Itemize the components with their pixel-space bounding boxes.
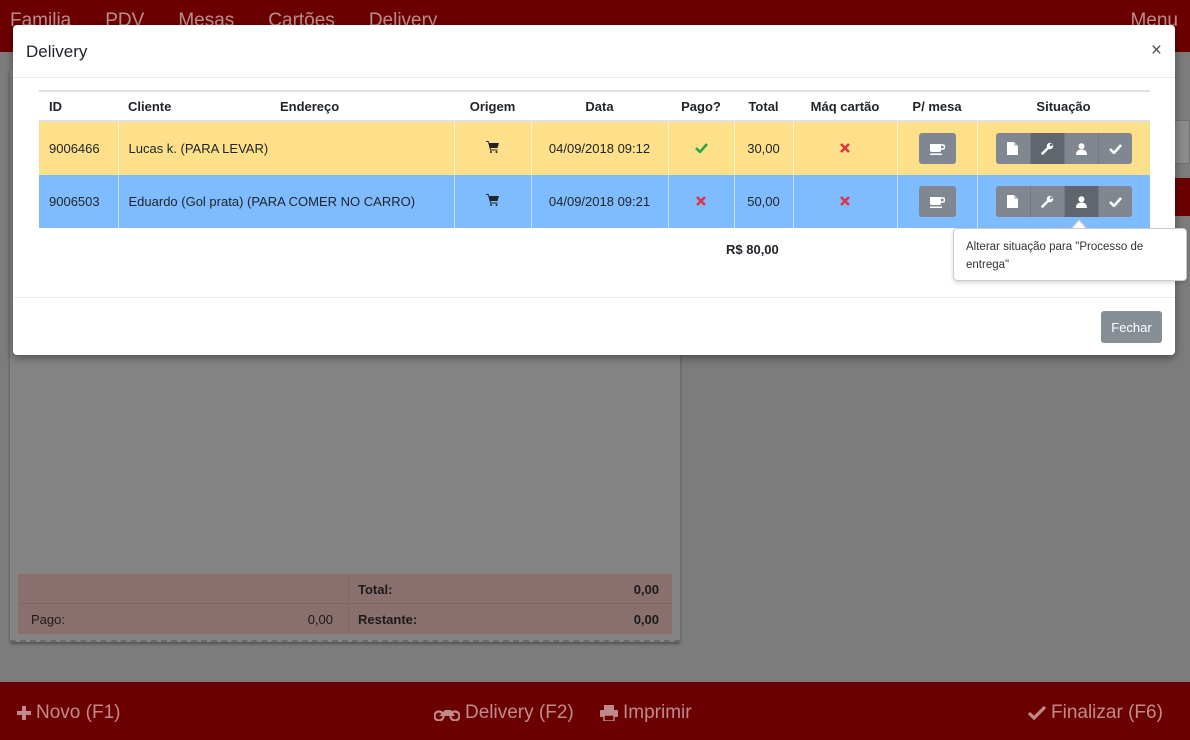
col-p-mesa: P/ mesa bbox=[897, 90, 977, 122]
situacao-cell bbox=[977, 121, 1150, 175]
status-button-group bbox=[995, 186, 1132, 217]
col-id: ID bbox=[39, 90, 118, 122]
row-data: 04/09/2018 09:12 bbox=[531, 121, 669, 175]
status-done-button[interactable] bbox=[1097, 133, 1132, 164]
close-icon[interactable]: × bbox=[1151, 41, 1162, 60]
delivery-button[interactable]: Delivery (F2) bbox=[434, 702, 574, 724]
ticket-divider bbox=[348, 574, 349, 634]
situacao-cell bbox=[977, 175, 1150, 228]
status-preparing-button[interactable] bbox=[1029, 133, 1064, 164]
ticket-total-row: Total: 0,00 bbox=[18, 574, 672, 604]
maq-cartao-cell bbox=[793, 121, 898, 175]
grand-total: R$ 80,00 bbox=[726, 242, 779, 257]
plus-icon bbox=[17, 706, 31, 720]
send-to-table-button[interactable] bbox=[918, 133, 956, 164]
modal-footer: Fechar bbox=[13, 297, 1175, 355]
motorcycle-icon bbox=[434, 710, 460, 721]
cart-icon bbox=[486, 141, 499, 153]
paid-label: Pago: bbox=[31, 612, 65, 627]
p-mesa-cell bbox=[897, 175, 978, 228]
status-new-button[interactable] bbox=[995, 133, 1030, 164]
print-label: Imprimir bbox=[623, 702, 692, 723]
status-button-group bbox=[995, 133, 1132, 164]
status-tooltip: Alterar situação para "Processo de entre… bbox=[953, 228, 1187, 281]
status-done-button[interactable] bbox=[1097, 186, 1132, 217]
origem-cell bbox=[454, 175, 532, 228]
cross-icon bbox=[840, 196, 850, 206]
col-pago: Pago? bbox=[668, 90, 734, 122]
modal-header: Delivery × bbox=[13, 25, 1175, 78]
coffee-icon bbox=[929, 143, 945, 155]
file-icon bbox=[1007, 142, 1019, 155]
send-to-table-button[interactable] bbox=[918, 186, 956, 217]
bottom-toolbar: Novo (F1) Delivery (F2) Imprimir Finaliz… bbox=[0, 682, 1190, 740]
finish-label: Finalizar (F6) bbox=[1051, 702, 1163, 723]
p-mesa-cell bbox=[897, 121, 978, 175]
table-row[interactable]: 9006503 Eduardo (Gol prata) (PARA COMER … bbox=[39, 175, 1150, 228]
user-icon bbox=[1075, 195, 1087, 208]
pago-cell bbox=[668, 121, 735, 175]
wrench-icon bbox=[1040, 195, 1053, 208]
col-cliente-endereco: Cliente Endereço bbox=[118, 90, 454, 122]
col-situacao: Situação bbox=[977, 90, 1150, 122]
cart-icon bbox=[486, 194, 499, 206]
check-icon bbox=[1108, 196, 1122, 207]
total-value: 0,00 bbox=[633, 582, 659, 597]
table-header-row: ID Cliente Endereço Origem Data Pago? To… bbox=[39, 90, 1150, 122]
row-cliente: Lucas k. (PARA LEVAR) bbox=[118, 121, 455, 175]
table-row[interactable]: 9006466 Lucas k. (PARA LEVAR) 04/09/2018… bbox=[39, 121, 1150, 175]
status-preparing-button[interactable] bbox=[1029, 186, 1064, 217]
ticket-summary: Total: 0,00 Pago: 0,00 Restante: 0,00 bbox=[18, 574, 672, 634]
status-delivery-button[interactable] bbox=[1063, 186, 1098, 217]
delivery-label: Delivery (F2) bbox=[465, 702, 574, 723]
col-cliente: Cliente bbox=[128, 98, 172, 114]
col-maq-cartao: Máq cartão bbox=[793, 90, 897, 122]
row-data: 04/09/2018 09:21 bbox=[531, 175, 669, 228]
row-total: 30,00 bbox=[734, 121, 794, 175]
status-new-button[interactable] bbox=[995, 186, 1030, 217]
row-total: 50,00 bbox=[734, 175, 794, 228]
finish-button[interactable]: Finalizar (F6) bbox=[1028, 702, 1163, 724]
printer-icon bbox=[600, 705, 618, 721]
col-endereco: Endereço bbox=[279, 98, 340, 114]
status-delivery-button[interactable] bbox=[1063, 133, 1098, 164]
origem-cell bbox=[454, 121, 532, 175]
check-icon bbox=[1028, 706, 1046, 720]
check-icon bbox=[694, 143, 708, 154]
delivery-modal: Delivery × ID Cliente Endereço Origem Da… bbox=[13, 25, 1175, 355]
new-button[interactable]: Novo (F1) bbox=[17, 702, 120, 724]
delivery-table: ID Cliente Endereço Origem Data Pago? To… bbox=[39, 90, 1150, 228]
col-data: Data bbox=[531, 90, 668, 122]
user-icon bbox=[1075, 142, 1087, 155]
close-button[interactable]: Fechar bbox=[1101, 311, 1162, 343]
remaining-label: Restante: bbox=[358, 612, 418, 627]
col-total: Total bbox=[734, 90, 793, 122]
cross-icon bbox=[840, 143, 850, 153]
ticket-remaining-row: Pago: 0,00 Restante: 0,00 bbox=[18, 604, 672, 634]
cross-icon bbox=[696, 196, 706, 206]
row-cliente: Eduardo (Gol prata) (PARA COMER NO CARRO… bbox=[118, 175, 455, 228]
total-label: Total: bbox=[358, 582, 393, 597]
remaining-value: 0,00 bbox=[633, 612, 659, 627]
pago-cell bbox=[668, 175, 735, 228]
row-id: 9006503 bbox=[39, 175, 119, 228]
print-button[interactable]: Imprimir bbox=[600, 702, 692, 724]
row-id: 9006466 bbox=[39, 121, 119, 175]
check-icon bbox=[1108, 143, 1122, 154]
wrench-icon bbox=[1040, 142, 1053, 155]
paid-value: 0,00 bbox=[307, 612, 333, 627]
maq-cartao-cell bbox=[793, 175, 898, 228]
col-origem: Origem bbox=[454, 90, 531, 122]
coffee-icon bbox=[929, 196, 945, 208]
new-label: Novo (F1) bbox=[36, 702, 121, 723]
modal-title: Delivery bbox=[26, 42, 88, 61]
file-icon bbox=[1007, 195, 1019, 208]
